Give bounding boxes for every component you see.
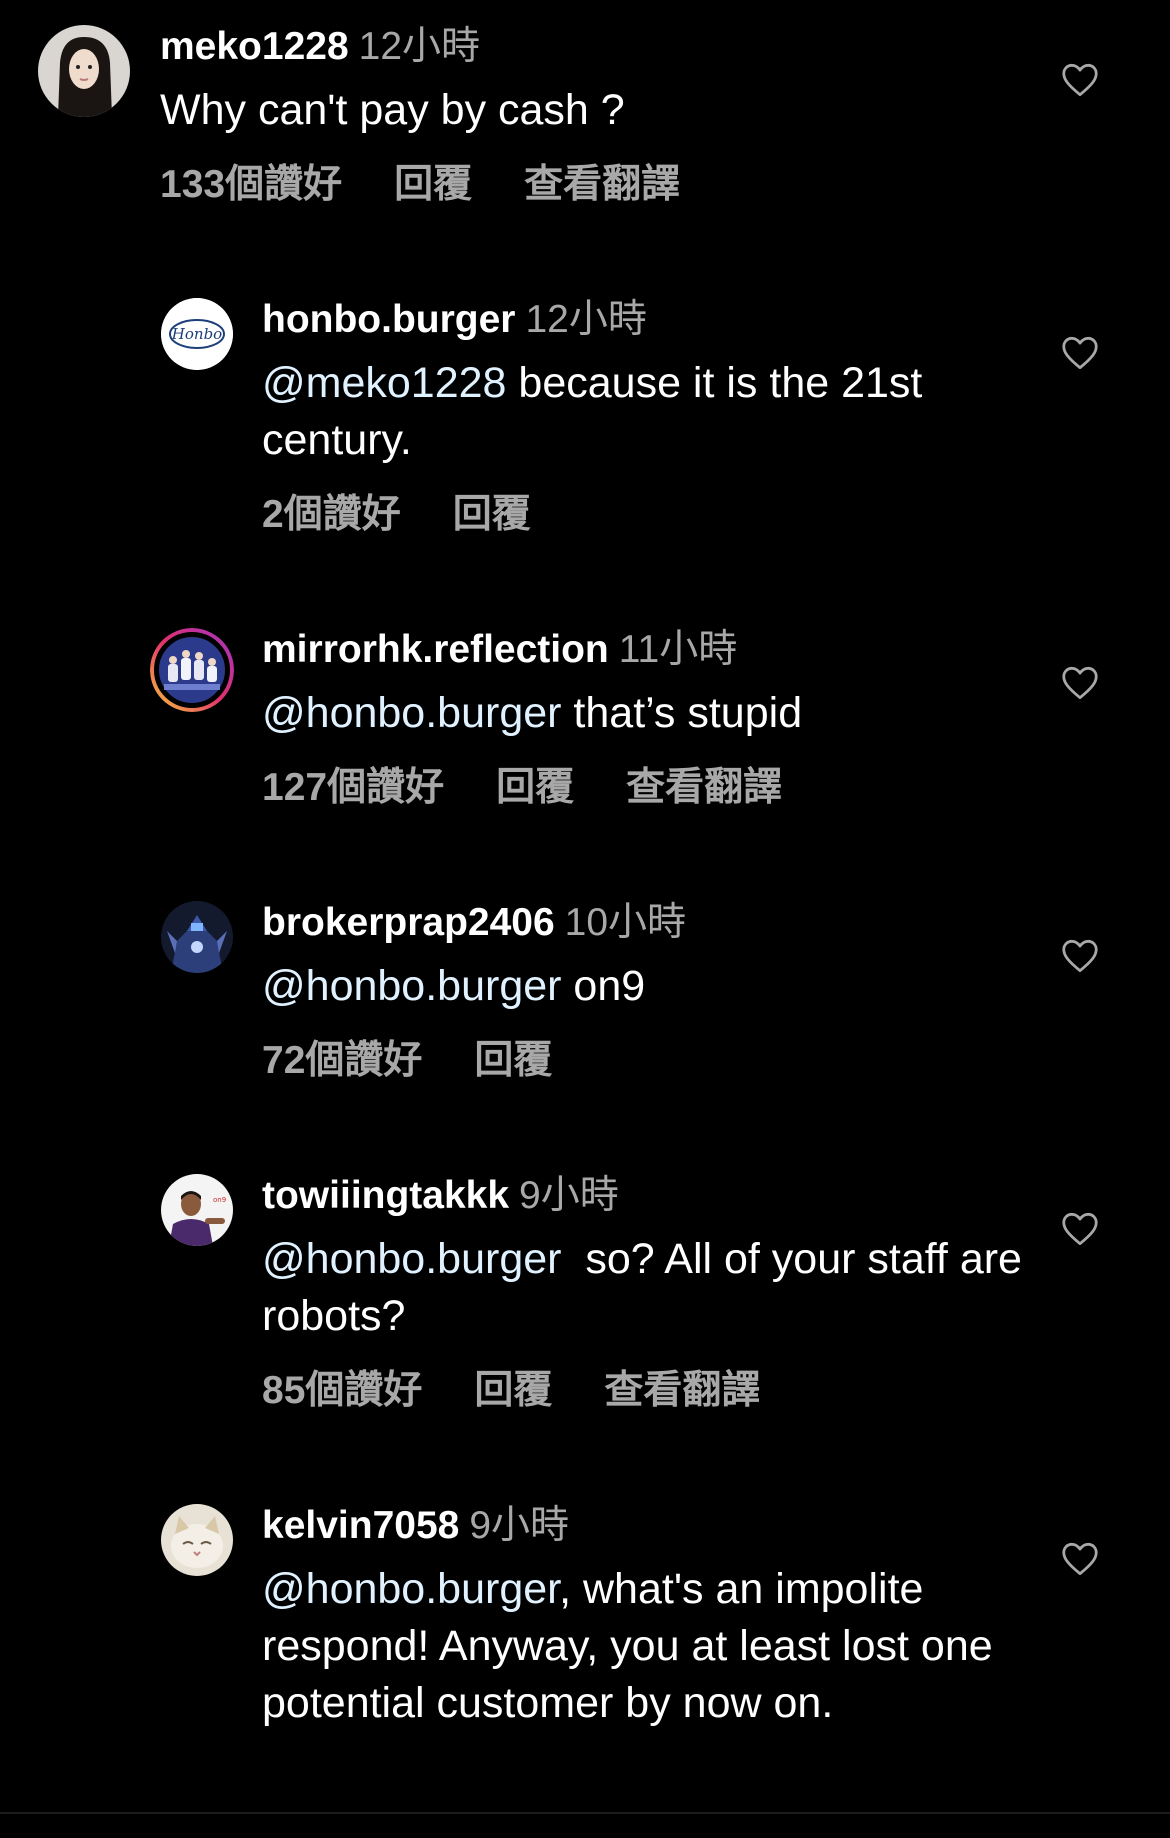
comment-mention[interactable]: @honbo.burger <box>262 1235 561 1283</box>
like-heart-icon[interactable] <box>1061 336 1099 370</box>
like-count[interactable]: 127個讚好 <box>262 766 444 809</box>
comment-username[interactable]: kelvin7058 <box>262 1504 459 1547</box>
comment-username[interactable]: mirrorhk.reflection <box>262 628 609 671</box>
comment-text: @honbo.burger, what's an impolite respon… <box>262 1561 1062 1732</box>
user-avatar[interactable] <box>150 628 234 712</box>
comment-time: 11小時 <box>618 628 738 671</box>
comment-username[interactable]: brokerprap2406 <box>262 901 555 944</box>
comment-mention[interactable]: @honbo.burger <box>262 962 561 1010</box>
comment-username[interactable]: meko1228 <box>160 25 349 68</box>
comment-text: Why can't pay by cash ? <box>160 82 960 139</box>
comment-body: Why can't pay by cash ? <box>160 86 625 134</box>
comment-time: 10小時 <box>564 901 687 944</box>
comment-username[interactable]: towiiingtakkk <box>262 1174 509 1217</box>
honbo-logo-text: Honbo <box>171 325 222 343</box>
see-translation-button[interactable]: 查看翻譯 <box>604 1369 760 1412</box>
comment-username[interactable]: honbo.burger <box>262 298 515 341</box>
woman-portrait-avatar-icon <box>38 25 130 117</box>
comment-time: 9小時 <box>469 1504 570 1547</box>
user-avatar[interactable] <box>38 25 130 117</box>
like-count[interactable]: 85個讚好 <box>262 1369 422 1412</box>
comment-text: @honbo.burger on9 <box>262 958 1062 1015</box>
user-avatar[interactable] <box>161 901 233 973</box>
svg-text:on9: on9 <box>213 1196 226 1204</box>
like-heart-icon[interactable] <box>1061 939 1099 973</box>
like-heart-icon[interactable] <box>1061 1212 1099 1246</box>
like-heart-icon[interactable] <box>1061 63 1099 97</box>
comment-text: @honbo.burger that’s stupid <box>262 685 1062 742</box>
see-translation-button[interactable]: 查看翻譯 <box>524 163 680 206</box>
comment-mention[interactable]: @meko1228 <box>262 359 506 407</box>
reply-button[interactable]: 回覆 <box>394 163 472 206</box>
user-avatar[interactable]: on9 <box>161 1174 233 1246</box>
see-translation-button[interactable]: 查看翻譯 <box>626 766 782 809</box>
like-heart-icon[interactable] <box>1061 666 1099 700</box>
comment-time: 12小時 <box>525 298 647 341</box>
like-count[interactable]: 2個讚好 <box>262 493 401 536</box>
comment-text: @honbo.burger so? All of your staff are … <box>262 1231 1062 1345</box>
comment-time: 9小時 <box>519 1174 619 1217</box>
like-count[interactable]: 133個讚好 <box>160 163 342 206</box>
like-heart-icon[interactable] <box>1061 1542 1099 1576</box>
robot-avatar-icon <box>161 901 233 973</box>
bottom-divider <box>0 1812 1170 1814</box>
comment-mention[interactable]: @honbo.burger <box>262 689 561 737</box>
reply-button[interactable]: 回覆 <box>474 1039 552 1082</box>
user-avatar[interactable]: Honbo <box>161 298 233 370</box>
reply-button[interactable]: 回覆 <box>474 1369 552 1412</box>
honbo-logo-avatar-icon: Honbo <box>161 298 233 370</box>
reply-button[interactable]: 回覆 <box>496 766 574 809</box>
comment-time: 12小時 <box>358 25 481 68</box>
comment-text: @meko1228 because it is the 21st century… <box>262 355 1062 469</box>
user-avatar[interactable] <box>161 1504 233 1576</box>
man-photo-avatar-icon: on9 <box>161 1174 233 1246</box>
cat-avatar-icon <box>161 1504 233 1576</box>
group-stage-avatar-icon <box>150 628 234 712</box>
reply-button[interactable]: 回覆 <box>453 493 531 536</box>
comment-mention[interactable]: @honbo.burger <box>262 1565 559 1613</box>
comment-body: on9 <box>561 962 646 1010</box>
comment-body: that’s stupid <box>561 689 803 737</box>
like-count[interactable]: 72個讚好 <box>262 1039 422 1082</box>
